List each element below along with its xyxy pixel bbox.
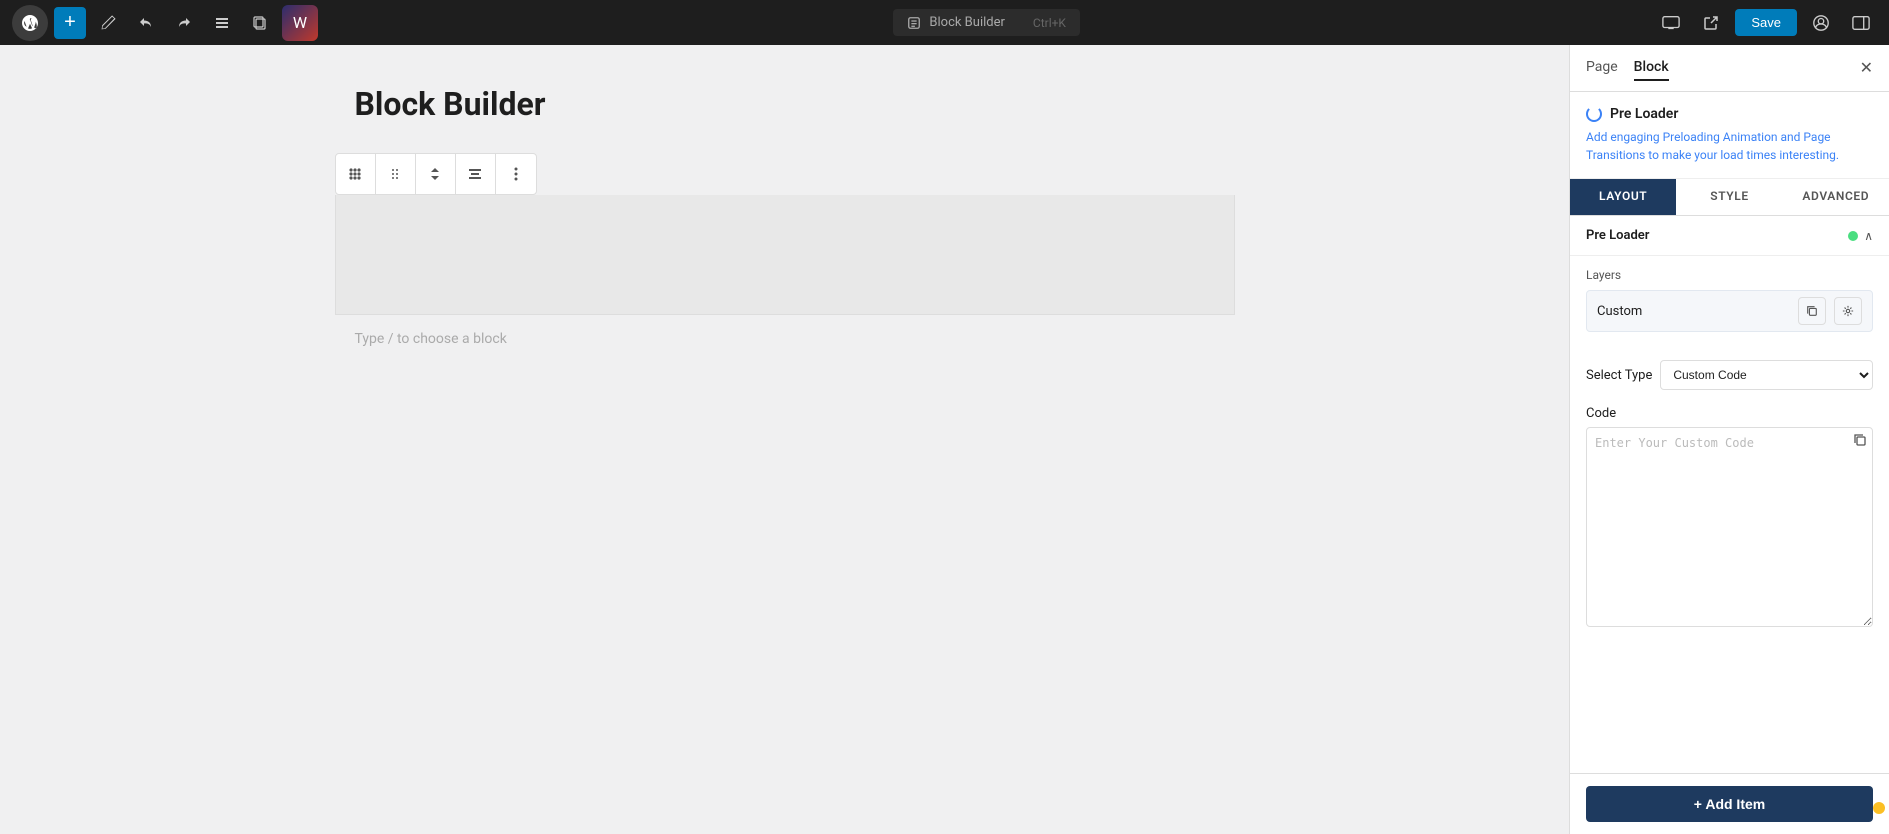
select-type-dropdown[interactable]: Custom Code Image Lottie	[1660, 360, 1873, 390]
tab-page[interactable]: Page	[1586, 55, 1618, 81]
preloader-description: Add engaging Preloading Animation and Pa…	[1586, 128, 1873, 164]
code-textarea-wrapper	[1586, 427, 1873, 631]
top-bar-left: + W	[12, 5, 318, 41]
edit-tool-button[interactable]	[92, 7, 124, 39]
section-title: Pre Loader	[1586, 228, 1649, 243]
notification-dot	[1873, 802, 1885, 814]
add-item-row: + Add Item	[1570, 773, 1889, 834]
add-block-button[interactable]: +	[54, 7, 86, 39]
undo-button[interactable]	[130, 7, 162, 39]
preloader-title: Pre Loader	[1610, 106, 1678, 122]
block-type-hint: Type / to choose a block	[335, 315, 1235, 367]
code-textarea[interactable]	[1586, 427, 1873, 627]
preloader-spinner-icon	[1586, 106, 1602, 122]
desktop-view-button[interactable]	[1655, 7, 1687, 39]
sidebar-content: Pre Loader ∧ Layers Custom	[1570, 216, 1889, 773]
code-section: Code	[1570, 398, 1889, 643]
copy-button[interactable]	[244, 7, 276, 39]
add-item-button[interactable]: + Add Item	[1586, 786, 1873, 822]
tab-style[interactable]: STYLE	[1676, 179, 1782, 215]
layers-section: Layers Custom	[1570, 256, 1889, 352]
editor-area: Block Builder	[0, 45, 1569, 834]
external-link-button[interactable]	[1695, 7, 1727, 39]
block-builder-search[interactable]: Block Builder Ctrl+K	[893, 9, 1080, 36]
wordpress-logo[interactable]	[12, 5, 48, 41]
toggle-sidebar-button[interactable]	[1845, 7, 1877, 39]
brand-icon: W	[293, 13, 307, 32]
user-settings-button[interactable]	[1805, 7, 1837, 39]
block-more-options-button[interactable]	[496, 154, 536, 194]
block-align-button[interactable]	[456, 154, 496, 194]
layers-label: Layers	[1586, 268, 1873, 282]
block-builder-label: Block Builder	[929, 15, 1005, 30]
close-sidebar-button[interactable]: ✕	[1860, 58, 1873, 78]
right-sidebar: Page Block ✕ Pre Loader Add engaging Pre…	[1569, 45, 1889, 834]
block-up-down-button[interactable]	[416, 154, 456, 194]
list-view-button[interactable]	[206, 7, 238, 39]
top-bar-right: Save	[1655, 7, 1877, 39]
sidebar-tabs: Page Block	[1586, 55, 1669, 81]
code-copy-button[interactable]	[1853, 433, 1867, 450]
main-layout: Block Builder	[0, 45, 1889, 834]
preloader-header: Pre Loader	[1586, 106, 1873, 122]
preloader-info-section: Pre Loader Add engaging Preloading Anima…	[1570, 92, 1889, 179]
status-active-dot	[1848, 231, 1858, 241]
page-title: Block Builder	[335, 85, 1235, 123]
code-label: Code	[1586, 406, 1873, 421]
redo-button[interactable]	[168, 7, 200, 39]
keyboard-shortcut: Ctrl+K	[1033, 16, 1066, 30]
select-type-label: Select Type	[1586, 368, 1652, 383]
block-builder-icon	[907, 16, 921, 30]
block-toolbar	[335, 153, 537, 195]
layer-copy-button[interactable]	[1798, 297, 1826, 325]
brand-logo[interactable]: W	[282, 5, 318, 41]
panel-tabs: LAYOUT STYLE ADVANCED	[1570, 179, 1889, 216]
select-block-button[interactable]	[336, 154, 376, 194]
collapse-section-button[interactable]: ∧	[1864, 229, 1873, 243]
save-button[interactable]: Save	[1735, 9, 1797, 36]
section-status: ∧	[1848, 229, 1873, 243]
editor-inner: Block Builder	[335, 85, 1235, 794]
sidebar-header: Page Block ✕	[1570, 45, 1889, 92]
tab-advanced[interactable]: ADVANCED	[1783, 179, 1889, 215]
drag-block-button[interactable]	[376, 154, 416, 194]
preloader-section-header: Pre Loader ∧	[1570, 216, 1889, 256]
top-bar: + W Block Builder Ctrl+K	[0, 0, 1889, 45]
select-type-row: Select Type Custom Code Image Lottie	[1570, 352, 1889, 398]
tab-layout[interactable]: LAYOUT	[1570, 179, 1676, 215]
tab-block[interactable]: Block	[1634, 55, 1669, 81]
layer-settings-button[interactable]	[1834, 297, 1862, 325]
layer-name: Custom	[1597, 304, 1790, 319]
layer-item-custom: Custom	[1586, 290, 1873, 332]
block-content-area	[335, 195, 1235, 315]
